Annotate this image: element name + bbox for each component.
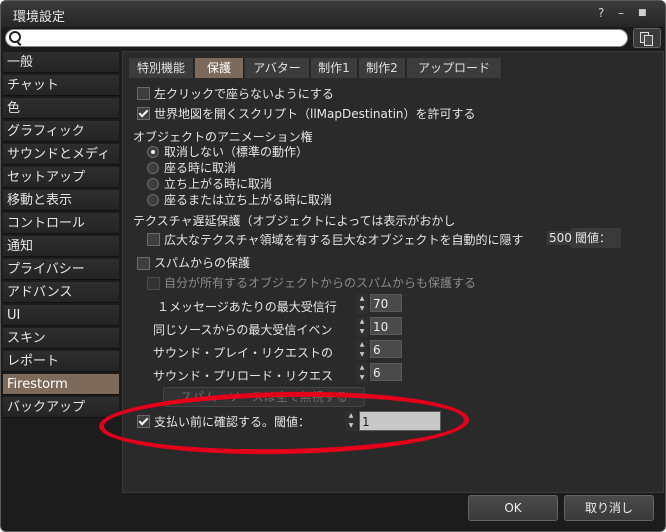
threshold-value[interactable]: 500 xyxy=(547,231,574,245)
sidebar-item-controls[interactable]: コントロール xyxy=(3,213,119,234)
no-left-click-sit-checkbox[interactable] xyxy=(137,87,150,100)
spam-field-label: サウンド・プリロード・リクエス xyxy=(153,369,334,383)
ok-button[interactable]: OK xyxy=(468,495,558,521)
texture-heading: テクスチャ遅延保護（オブジェクトによっては表示がおかし xyxy=(133,214,456,228)
allow-map-script-checkbox[interactable] xyxy=(137,107,150,120)
sidebar-item-move[interactable]: 移動と表示 xyxy=(3,190,119,211)
sidebar-item-reports[interactable]: レポート xyxy=(3,351,119,372)
spam-field-value[interactable]: 10 xyxy=(370,317,402,335)
allow-map-script-label: 世界地図を開くスクリプト（llMapDestinatin）を許可する xyxy=(154,107,476,121)
sidebar-item-graphics[interactable]: グラフィック xyxy=(3,121,119,142)
anim-option-radio[interactable] xyxy=(147,194,159,206)
preferences-window: 環境設定 ? – ■ 一般 チャット 色 グラフィック サウンドとメディ セット… xyxy=(0,0,666,532)
spam-field-spinner[interactable]: ▲ ▼ xyxy=(356,340,368,360)
sidebar-item-advanced[interactable]: アドバンス xyxy=(3,282,119,303)
sidebar-item-skins[interactable]: スキン xyxy=(3,328,119,349)
copy-icon-front xyxy=(644,35,653,46)
threshold-label: 閾値： xyxy=(571,228,621,248)
tab-upload[interactable]: アップロード xyxy=(407,58,502,78)
anim-option-radio[interactable] xyxy=(147,146,159,158)
sidebar-item-sound[interactable]: サウンドとメディ xyxy=(3,144,119,165)
close-icon[interactable]: ■ xyxy=(638,6,647,20)
sidebar-item-privacy[interactable]: プライバシー xyxy=(3,259,119,280)
sidebar-item-general[interactable]: 一般 xyxy=(3,52,119,73)
texture-auto-label: 広大なテクスチャ領域を有する巨大なオブジェクトを自動的に隠す xyxy=(164,233,524,247)
sidebar-item-backup[interactable]: バックアップ xyxy=(3,397,119,418)
help-icon[interactable]: ? xyxy=(598,6,604,20)
spam-field-spinner[interactable]: ▲ ▼ xyxy=(356,363,368,383)
sidebar-item-setup[interactable]: セットアップ xyxy=(3,167,119,188)
sidebar-item-ui[interactable]: UI xyxy=(3,305,119,326)
spam-field-label: 同じソースからの最大受信イベン xyxy=(153,323,333,337)
title-bar[interactable]: 環境設定 ? – ■ xyxy=(1,1,665,27)
tab-avatar[interactable]: アバター xyxy=(245,58,310,78)
tab-build2[interactable]: 制作2 xyxy=(359,58,406,78)
spam-field-label: １メッセージあたりの最大受信行 xyxy=(157,300,337,314)
spam-field-value[interactable]: 6 xyxy=(370,340,402,358)
spam-field-spinner[interactable]: ▲ ▼ xyxy=(356,317,368,337)
anim-option-radio[interactable] xyxy=(147,178,159,190)
cancel-button[interactable]: 取り消し xyxy=(564,495,654,521)
spam-field-value[interactable]: 6 xyxy=(370,363,402,381)
search-box[interactable] xyxy=(5,29,628,47)
spam-field-label: サウンド・プレイ・リクエストの xyxy=(153,346,334,360)
spam-owned-checkbox[interactable] xyxy=(147,277,160,290)
minimize-icon[interactable]: – xyxy=(618,6,624,20)
spam-protection-label: スパムからの保護 xyxy=(154,256,251,270)
search-icon xyxy=(9,31,21,43)
sidebar-item-colors[interactable]: 色 xyxy=(3,98,119,119)
spam-field-spinner[interactable]: ▲ ▼ xyxy=(356,294,368,314)
anim-option-label: 座る時に取消 xyxy=(164,161,237,175)
sidebar-item-notifications[interactable]: 通知 xyxy=(3,236,119,257)
tab-build1[interactable]: 制作1 xyxy=(311,58,358,78)
search-input[interactable] xyxy=(24,30,619,46)
tab-extras[interactable]: 特別機能 xyxy=(129,58,194,78)
sidebar-item-firestorm[interactable]: Firestorm xyxy=(3,374,119,395)
texture-auto-checkbox[interactable] xyxy=(147,233,160,246)
anim-option-label: 座るまたは立ち上がる時に取消 xyxy=(164,193,333,207)
anim-option-radio[interactable] xyxy=(147,162,159,174)
anim-option-label: 立ち上がる時に取消 xyxy=(164,177,273,191)
window-title: 環境設定 xyxy=(13,10,66,25)
spam-owned-label: 自分が所有するオブジェクトからのスパムからも保護する xyxy=(164,276,477,290)
sidebar-item-chat[interactable]: チャット xyxy=(3,75,119,96)
tab-protection[interactable]: 保護 xyxy=(195,58,244,78)
spam-field-value[interactable]: 70 xyxy=(370,294,402,312)
sidebar: 一般 チャット 色 グラフィック サウンドとメディ セットアップ 移動と表示 コ… xyxy=(3,52,119,422)
copy-button[interactable] xyxy=(633,28,661,48)
anim-option-label: 取消しない（標準の動作） xyxy=(164,145,309,159)
spam-protection-checkbox[interactable] xyxy=(137,257,150,270)
no-left-click-sit-label: 左クリックで座らないようにする xyxy=(154,87,334,101)
